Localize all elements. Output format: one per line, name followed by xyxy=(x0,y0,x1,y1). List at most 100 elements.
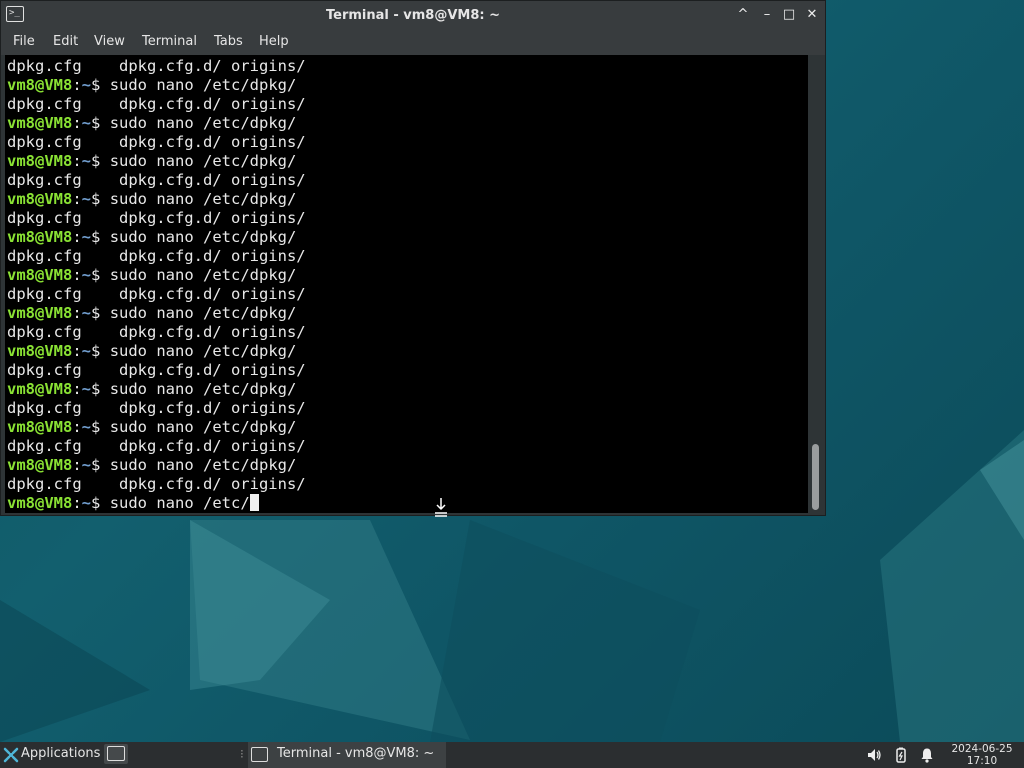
menu-help[interactable]: Help xyxy=(259,34,289,49)
prompt-command: sudo nano /etc/dpkg/ xyxy=(109,266,297,284)
prompt-user: vm8@VM8 xyxy=(7,266,73,284)
prompt-user: vm8@VM8 xyxy=(7,228,73,246)
menu-file[interactable]: File xyxy=(13,34,35,49)
prompt-symbol: $ xyxy=(91,152,110,170)
prompt-separator: : xyxy=(72,228,82,246)
menu-terminal[interactable]: Terminal xyxy=(142,34,197,49)
prompt-path: ~ xyxy=(81,380,92,398)
prompt-separator: : xyxy=(72,114,82,132)
xfce-logo-icon xyxy=(3,747,19,763)
prompt-separator: : xyxy=(72,76,82,94)
prompt-command: sudo nano /etc/dpkg/ xyxy=(109,456,297,474)
prompt-path: ~ xyxy=(81,456,92,474)
prompt-symbol: $ xyxy=(91,114,110,132)
prompt-path: ~ xyxy=(81,76,92,94)
prompt-command: sudo nano /etc/dpkg/ xyxy=(109,228,297,246)
prompt-separator: : xyxy=(72,342,82,360)
prompt-separator: : xyxy=(72,152,82,170)
prompt-user: vm8@VM8 xyxy=(7,152,73,170)
terminal-output-line: dpkg.cfg dpkg.cfg.d/ origins/ xyxy=(7,209,306,227)
close-button[interactable]: ✕ xyxy=(804,7,820,23)
terminal-output-line: dpkg.cfg dpkg.cfg.d/ origins/ xyxy=(7,57,306,75)
prompt-command: sudo nano /etc/dpkg/ xyxy=(109,76,297,94)
battery-icon[interactable] xyxy=(893,747,909,763)
terminal-icon xyxy=(107,746,125,761)
terminal-output-line: dpkg.cfg dpkg.cfg.d/ origins/ xyxy=(7,437,306,455)
terminal-output-line: dpkg.cfg dpkg.cfg.d/ origins/ xyxy=(7,247,306,265)
prompt-path: ~ xyxy=(81,304,92,322)
prompt-user: vm8@VM8 xyxy=(7,380,73,398)
prompt-command: sudo nano /etc/dpkg/ xyxy=(109,304,297,322)
prompt-command: sudo nano /etc/dpkg/ xyxy=(109,152,297,170)
prompt-symbol: $ xyxy=(91,304,110,322)
prompt-user: vm8@VM8 xyxy=(7,76,73,94)
menu-view[interactable]: View xyxy=(94,34,125,49)
menu-bar: File Edit View Terminal Tabs Help xyxy=(1,31,825,55)
prompt-symbol: $ xyxy=(91,342,110,360)
window-title: Terminal - vm8@VM8: ~ xyxy=(325,8,501,23)
prompt-user: vm8@VM8 xyxy=(7,342,73,360)
prompt-symbol: $ xyxy=(91,76,110,94)
terminal-prompt-line: vm8@VM8:~$ sudo nano /etc/dpkg/ xyxy=(7,418,306,437)
prompt-symbol: $ xyxy=(91,494,110,512)
prompt-separator: : xyxy=(72,380,82,398)
prompt-command: sudo nano /etc/dpkg/ xyxy=(109,114,297,132)
prompt-user: vm8@VM8 xyxy=(7,304,73,322)
prompt-user: vm8@VM8 xyxy=(7,494,73,512)
prompt-command: sudo nano /etc/dpkg/ xyxy=(109,418,297,436)
terminal-output-line: dpkg.cfg dpkg.cfg.d/ origins/ xyxy=(7,133,306,151)
terminal-output-line: dpkg.cfg dpkg.cfg.d/ origins/ xyxy=(7,323,306,341)
notification-bell-icon[interactable] xyxy=(919,747,935,763)
menu-tabs[interactable]: Tabs xyxy=(214,34,243,49)
prompt-separator: : xyxy=(72,418,82,436)
terminal-output-line: dpkg.cfg dpkg.cfg.d/ origins/ xyxy=(7,95,306,113)
window-titlebar[interactable]: >_ Terminal - vm8@VM8: ~ ^ – □ ✕ xyxy=(1,1,825,31)
menu-edit[interactable]: Edit xyxy=(53,34,78,49)
terminal-output-line: dpkg.cfg dpkg.cfg.d/ origins/ xyxy=(7,475,306,493)
prompt-command: sudo nano /etc/dpkg/ xyxy=(109,342,297,360)
text-cursor xyxy=(249,494,259,511)
minimize-button[interactable]: – xyxy=(759,7,775,23)
terminal-prompt-line: vm8@VM8:~$ sudo nano /etc/dpkg/ xyxy=(7,304,306,323)
scrollbar-thumb[interactable] xyxy=(812,444,819,510)
terminal-output-line: dpkg.cfg dpkg.cfg.d/ origins/ xyxy=(7,285,306,303)
applications-label: Applications xyxy=(21,746,101,761)
taskbar-separator: ⁝ xyxy=(240,747,244,761)
prompt-separator: : xyxy=(72,456,82,474)
prompt-path: ~ xyxy=(81,114,92,132)
clock-date: 2024-06-25 xyxy=(951,743,1013,755)
prompt-command: sudo nano /etc/dpkg/ xyxy=(109,380,297,398)
terminal-prompt-line: vm8@VM8:~$ sudo nano /etc/dpkg/ xyxy=(7,266,306,285)
maximize-button[interactable]: □ xyxy=(781,7,797,23)
terminal-prompt-line: vm8@VM8:~$ sudo nano /etc/dpkg/ xyxy=(7,380,306,399)
terminal-output[interactable]: dpkg.cfg dpkg.cfg.d/ origins/vm8@VM8:~$ … xyxy=(5,55,808,513)
prompt-user: vm8@VM8 xyxy=(7,456,73,474)
terminal-icon xyxy=(251,747,268,762)
terminal-launcher[interactable] xyxy=(104,744,128,764)
prompt-symbol: $ xyxy=(91,266,110,284)
prompt-path: ~ xyxy=(81,418,92,436)
mouse-pointer-icon xyxy=(433,497,449,517)
terminal-output-line: dpkg.cfg dpkg.cfg.d/ origins/ xyxy=(7,361,306,379)
shade-button[interactable]: ^ xyxy=(735,7,751,23)
prompt-symbol: $ xyxy=(91,380,110,398)
prompt-separator: : xyxy=(72,304,82,322)
prompt-command: sudo nano /etc/ xyxy=(109,494,250,512)
prompt-path: ~ xyxy=(81,342,92,360)
prompt-separator: : xyxy=(72,494,82,512)
terminal-window[interactable]: >_ Terminal - vm8@VM8: ~ ^ – □ ✕ File Ed… xyxy=(0,0,826,516)
taskbar-task-terminal[interactable]: Terminal - vm8@VM8: ~ xyxy=(248,742,446,768)
prompt-user: vm8@VM8 xyxy=(7,114,73,132)
terminal-prompt-line: vm8@VM8:~$ sudo nano /etc/dpkg/ xyxy=(7,76,306,95)
prompt-path: ~ xyxy=(81,266,92,284)
volume-icon[interactable] xyxy=(866,747,882,763)
prompt-path: ~ xyxy=(81,494,92,512)
prompt-symbol: $ xyxy=(91,418,110,436)
terminal-prompt-line: vm8@VM8:~$ sudo nano /etc/dpkg/ xyxy=(7,114,306,133)
prompt-separator: : xyxy=(72,190,82,208)
terminal-prompt-line: vm8@VM8:~$ sudo nano /etc/dpkg/ xyxy=(7,342,306,361)
terminal-output-line: dpkg.cfg dpkg.cfg.d/ origins/ xyxy=(7,399,306,417)
prompt-path: ~ xyxy=(81,152,92,170)
clock[interactable]: 2024-06-25 17:10 xyxy=(944,743,1020,767)
terminal-prompt-line: vm8@VM8:~$ sudo nano /etc/dpkg/ xyxy=(7,456,306,475)
